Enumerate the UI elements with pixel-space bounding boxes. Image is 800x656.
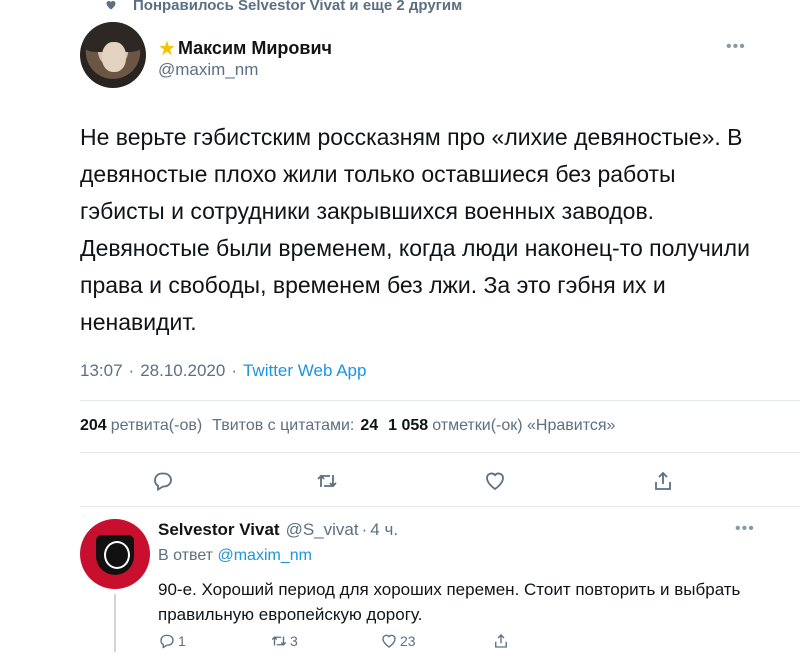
reply-icon[interactable] xyxy=(150,468,176,494)
quotes-label[interactable]: Твитов с цитатами: xyxy=(212,417,354,435)
reply-to-line: В ответ @maxim_nm xyxy=(158,547,312,565)
likes-count[interactable]: 1 058 xyxy=(388,417,428,435)
reply-reply-button[interactable]: 1 xyxy=(158,632,186,650)
author-name-text: Максим Мирович xyxy=(177,38,332,58)
reply-author-handle[interactable]: @S_vivat xyxy=(286,520,359,540)
retweets-count[interactable]: 204 xyxy=(80,417,107,435)
reply-author-name[interactable]: Selvestor Vivat xyxy=(158,520,280,540)
liked-by-banner[interactable]: Понравилось Selvestor Vivat и еще 2 друг… xyxy=(105,0,462,16)
liked-by-text: Понравилось Selvestor Vivat и еще 2 друг… xyxy=(133,0,463,14)
likes-label[interactable]: отметки(-ок) «Нравится» xyxy=(432,417,615,435)
star-icon: ★ xyxy=(158,38,176,60)
retweet-count: 3 xyxy=(290,633,298,649)
meta-separator: · xyxy=(128,361,135,380)
reply-to-mention[interactable]: @maxim_nm xyxy=(217,547,311,564)
divider xyxy=(80,452,800,453)
author-name[interactable]: ★ Максим Мирович xyxy=(158,36,332,61)
retweet-icon xyxy=(271,636,287,646)
quotes-count[interactable]: 24 xyxy=(360,417,378,435)
reply-share-button[interactable] xyxy=(492,632,512,650)
reply-header: Selvestor Vivat @S_vivat · 4 ч. xyxy=(158,520,398,540)
reply-icon xyxy=(160,634,174,649)
heart-icon xyxy=(105,0,117,11)
tweet-stats: 204 ретвита(-ов) Твитов с цитатами: 24 1… xyxy=(80,417,615,435)
reply-like-button[interactable]: 23 xyxy=(380,632,416,650)
share-icon[interactable] xyxy=(650,468,676,494)
reply-separator: · xyxy=(361,520,368,539)
like-icon[interactable] xyxy=(482,468,508,494)
reply-time[interactable]: 4 ч. xyxy=(370,520,398,540)
tweet-source[interactable]: Twitter Web App xyxy=(243,361,366,381)
thread-line xyxy=(114,594,116,652)
share-icon xyxy=(495,634,507,648)
reply-count: 1 xyxy=(178,633,186,649)
more-horizontal-icon[interactable]: ••• xyxy=(735,520,755,538)
author-avatar[interactable] xyxy=(80,22,146,88)
meta-separator-2: · xyxy=(231,361,237,380)
tweet-date[interactable]: 28.10.2020 xyxy=(140,361,225,381)
reply-retweet-button[interactable]: 3 xyxy=(270,632,298,650)
author-handle[interactable]: @maxim_nm xyxy=(158,60,258,80)
retweet-icon[interactable] xyxy=(314,468,340,494)
like-count: 23 xyxy=(400,633,416,649)
divider xyxy=(80,506,800,507)
tweet-text: Не верьте гэбистским россказням про «лих… xyxy=(80,124,750,335)
divider xyxy=(80,400,800,401)
tweet-time[interactable]: 13:07 xyxy=(80,361,123,381)
reply-author-avatar[interactable] xyxy=(80,519,150,589)
retweets-label[interactable]: ретвита(-ов) xyxy=(111,417,202,435)
like-icon xyxy=(382,634,396,648)
reply-to-prefix: В ответ xyxy=(158,547,214,564)
tweet-actions xyxy=(80,456,760,504)
reply-text: 90-е. Хороший период для хороших перемен… xyxy=(158,580,741,624)
reply-actions: 1 3 23 xyxy=(158,632,558,656)
tweet-meta: 13:07 · 28.10.2020 · Twitter Web App xyxy=(80,361,366,381)
more-horizontal-icon[interactable]: ••• xyxy=(726,38,746,56)
